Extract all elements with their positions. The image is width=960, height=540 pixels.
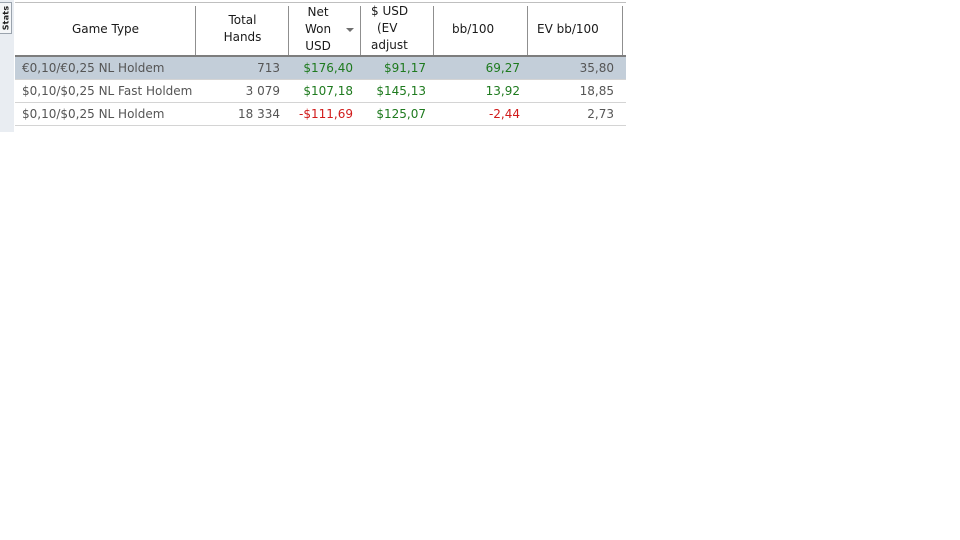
stats-panel: Stats Game Type Total Hands Net Won USD bbox=[0, 0, 960, 540]
column-header-game-type[interactable]: Game Type bbox=[15, 3, 196, 55]
column-header-total-hands[interactable]: Total Hands bbox=[196, 3, 289, 55]
total-hands-label-line1: Total bbox=[228, 13, 257, 27]
usd-ev-label-line2: (EV bbox=[377, 20, 398, 35]
cell-usd-ev: $145,13 bbox=[376, 84, 426, 98]
column-header-usd-ev-label: $ USD (EV adjust bbox=[371, 3, 408, 54]
cell-total-hands: 3 079 bbox=[245, 84, 280, 98]
column-header-net-won-label: Net Won USD bbox=[305, 4, 331, 55]
cell-bb100: -2,44 bbox=[488, 107, 520, 121]
cell-game-type: $0,10/$0,25 NL Holdem bbox=[22, 107, 165, 121]
stats-side-tab[interactable]: Stats bbox=[0, 2, 12, 34]
cell-bb100: 69,27 bbox=[485, 61, 520, 75]
sort-down-icon bbox=[346, 28, 354, 32]
net-won-label-line2: Won bbox=[305, 21, 332, 36]
column-header-game-type-label: Game Type bbox=[71, 21, 140, 36]
net-won-label-line3: USD bbox=[305, 38, 331, 53]
usd-ev-label-line3: adjust bbox=[371, 37, 408, 52]
total-hands-label-line2: Hands bbox=[223, 30, 262, 44]
stats-grid: Game Type Total Hands Net Won USD $ USD bbox=[15, 2, 626, 126]
column-header-net-won[interactable]: Net Won USD bbox=[289, 3, 361, 55]
column-header-ev-bb100-label: EV bb/100 bbox=[537, 21, 599, 36]
net-won-label-line1: Net bbox=[307, 4, 329, 19]
stats-side-tab-label: Stats bbox=[1, 5, 10, 31]
table-row[interactable]: €0,10/€0,25 NL Holdem 713 $176,40 $91,17… bbox=[15, 57, 626, 80]
cell-usd-ev: $125,07 bbox=[376, 107, 426, 121]
cell-total-hands: 713 bbox=[257, 61, 280, 75]
cell-net-won: -$111,69 bbox=[299, 107, 353, 121]
usd-ev-label-line1: $ USD bbox=[371, 3, 409, 18]
grid-header: Game Type Total Hands Net Won USD $ USD bbox=[15, 2, 626, 57]
cell-game-type: $0,10/$0,25 NL Fast Holdem bbox=[22, 84, 193, 98]
cell-bb100: 13,92 bbox=[485, 84, 520, 98]
column-header-ev-bb100[interactable]: EV bb/100 bbox=[528, 3, 623, 55]
table-row[interactable]: $0,10/$0,25 NL Fast Holdem 3 079 $107,18… bbox=[15, 80, 626, 103]
side-panel-strip: Stats bbox=[0, 0, 14, 132]
column-header-bb100-label: bb/100 bbox=[452, 21, 495, 36]
cell-usd-ev: $91,17 bbox=[384, 61, 426, 75]
cell-net-won: $176,40 bbox=[303, 61, 353, 75]
cell-ev-bb100: 35,80 bbox=[579, 61, 614, 75]
cell-total-hands: 18 334 bbox=[238, 107, 280, 121]
cell-ev-bb100: 2,73 bbox=[587, 107, 614, 121]
column-header-bb100[interactable]: bb/100 bbox=[434, 3, 528, 55]
column-header-total-hands-label: Total Hands bbox=[224, 12, 262, 46]
cell-game-type: €0,10/€0,25 NL Holdem bbox=[22, 61, 165, 75]
column-header-usd-ev-adjusted[interactable]: $ USD (EV adjust bbox=[361, 3, 434, 55]
cell-net-won: $107,18 bbox=[303, 84, 353, 98]
cell-ev-bb100: 18,85 bbox=[579, 84, 614, 98]
table-row[interactable]: $0,10/$0,25 NL Holdem 18 334 -$111,69 $1… bbox=[15, 103, 626, 126]
